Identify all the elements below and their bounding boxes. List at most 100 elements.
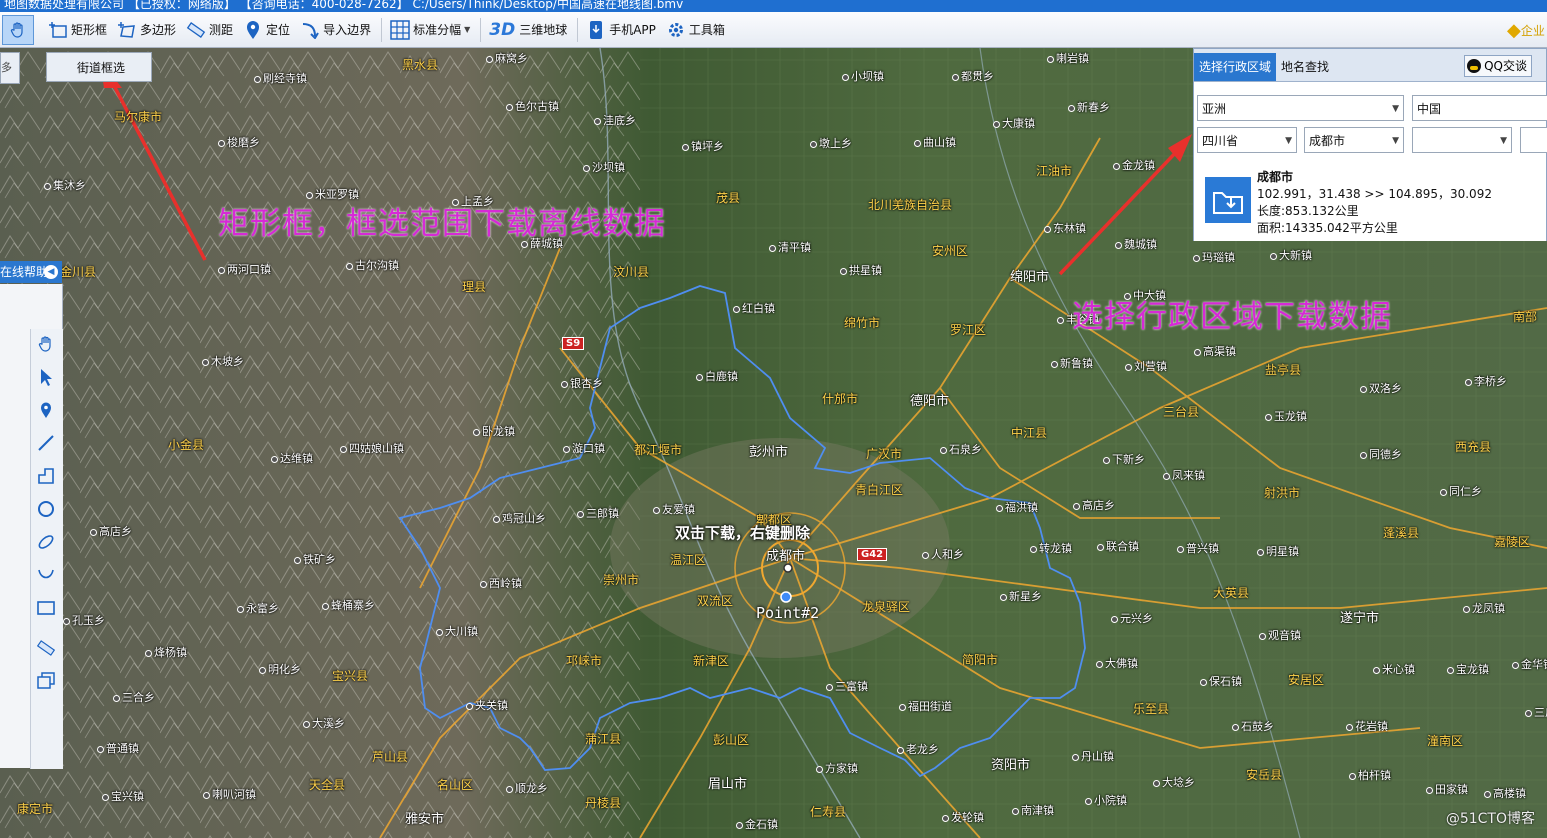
street-select-tab[interactable]: 街道框选 bbox=[46, 52, 152, 82]
pan-tool-button[interactable] bbox=[2, 14, 34, 45]
map-place-label: 北川羌族自治县 bbox=[868, 198, 953, 212]
map-place-label: 龙泉驿区 bbox=[862, 600, 911, 614]
map-place-label: 福田街道 bbox=[899, 698, 952, 714]
mobile-app-button[interactable]: 手机APP bbox=[582, 15, 662, 45]
map-place-label: 发轮镇 bbox=[942, 809, 984, 825]
map-place-label: 都贯乡 bbox=[952, 68, 994, 84]
map-place-label: 拱星镇 bbox=[840, 262, 882, 278]
chevron-down-icon: ▼ bbox=[1285, 136, 1292, 146]
point-marker-label[interactable]: Point#2 bbox=[756, 604, 819, 622]
region-result-card[interactable]: 成都市 102.991，31.438 >> 104.895，30.092 长度:… bbox=[1194, 165, 1546, 241]
marker-pin-icon[interactable] bbox=[34, 398, 58, 422]
map-place-label: 康定市 bbox=[17, 802, 54, 816]
map-place-label: 大埝乡 bbox=[1153, 774, 1195, 790]
3d-earth-button[interactable]: 3D 三维地球 bbox=[485, 15, 573, 45]
map-place-label: 联合镇 bbox=[1097, 538, 1139, 554]
map-place-label: 遂宁市 bbox=[1340, 611, 1380, 626]
map-place-label: 马尔康市 bbox=[114, 110, 163, 124]
download-hint-text: 双击下载，右键删除 bbox=[675, 524, 811, 542]
map-place-label: 下新乡 bbox=[1103, 451, 1145, 467]
map-place-label: 铁矿乡 bbox=[294, 551, 336, 567]
town-select[interactable] bbox=[1520, 127, 1547, 153]
map-place-label: 田家镇 bbox=[1426, 781, 1468, 797]
map-place-label: 理县 bbox=[462, 280, 487, 294]
map-place-label: 明化乡 bbox=[259, 661, 301, 677]
import-boundary-button[interactable]: 导入边界 bbox=[296, 15, 377, 45]
grid-icon bbox=[390, 19, 410, 40]
map-place-label: 石鼓乡 bbox=[1232, 718, 1274, 734]
enterprise-badge[interactable]: ◆ 企业 bbox=[1507, 16, 1547, 44]
map-place-label: 魏城镇 bbox=[1115, 236, 1157, 252]
draw-line-icon[interactable] bbox=[34, 431, 58, 455]
map-place-label: 小院镇 bbox=[1085, 792, 1127, 808]
map-place-label: 花岩镇 bbox=[1346, 718, 1388, 734]
map-place-label: 保石镇 bbox=[1200, 673, 1242, 689]
map-place-label: 凤来镇 bbox=[1163, 467, 1205, 483]
map-place-label: 成都市 bbox=[766, 549, 806, 564]
map-place-label: 同德乡 bbox=[1360, 446, 1402, 462]
map-place-label: 小金县 bbox=[168, 438, 205, 452]
polygon-select-button[interactable]: 多边形 bbox=[113, 15, 182, 45]
locate-button[interactable]: 定位 bbox=[239, 15, 296, 45]
county-select[interactable]: ▼ bbox=[1412, 127, 1512, 153]
highway-shield: S9 bbox=[562, 337, 585, 350]
layers-icon[interactable] bbox=[34, 669, 58, 693]
map-place-label: 新春乡 bbox=[1068, 99, 1110, 115]
collapse-icon[interactable]: ◀ bbox=[44, 265, 58, 279]
measure-distance-label: 测距 bbox=[209, 23, 234, 37]
map-place-label: 绵阳市 bbox=[1010, 270, 1050, 285]
qq-chat-button[interactable]: QQ交谈 bbox=[1464, 55, 1532, 77]
map-place-label: 蓬溪县 bbox=[1383, 526, 1420, 540]
province-select[interactable]: 四川省 ▼ bbox=[1197, 127, 1297, 153]
region-panel-tabs: 选择行政区域 地名查找 QQ交谈 bbox=[1194, 49, 1546, 82]
draw-ellipse-icon[interactable] bbox=[34, 530, 58, 554]
map-place-label: 龙凤镇 bbox=[1463, 600, 1505, 616]
select-arrow-icon[interactable] bbox=[34, 365, 58, 389]
tab-place-search[interactable]: 地名查找 bbox=[1276, 53, 1334, 81]
standard-sheet-button[interactable]: 标准分幅 ▼ bbox=[386, 15, 476, 45]
map-place-label: 木坡乡 bbox=[202, 353, 244, 369]
map-place-label: 明星镇 bbox=[1257, 543, 1299, 559]
city-select[interactable]: 成都市 ▼ bbox=[1304, 127, 1404, 153]
map-place-label: 金川县 bbox=[60, 265, 97, 279]
ruler-tool-icon[interactable] bbox=[34, 636, 58, 660]
map-place-label: 广汉市 bbox=[866, 447, 903, 461]
toolbox-button[interactable]: 工具箱 bbox=[662, 15, 731, 45]
online-help-tab[interactable]: 在线帮助 ◀ bbox=[0, 261, 62, 283]
map-place-label: 镇坪乡 bbox=[682, 138, 724, 154]
map-place-label: 新津区 bbox=[693, 654, 730, 668]
draw-polyline-icon[interactable] bbox=[34, 464, 58, 488]
map-place-label: 眉山市 bbox=[708, 777, 748, 792]
draw-rectangle-icon[interactable] bbox=[34, 596, 58, 620]
import-boundary-label: 导入边界 bbox=[323, 23, 372, 37]
polygon-select-icon bbox=[117, 20, 137, 40]
download-region-icon[interactable] bbox=[1205, 177, 1251, 223]
map-place-label: 高店乡 bbox=[1073, 497, 1115, 513]
map-place-label: 三台县 bbox=[1163, 405, 1200, 419]
map-place-label: 高店乡 bbox=[90, 523, 132, 539]
map-place-label: 大康镇 bbox=[993, 115, 1035, 131]
region-result-area: 面积:14335.042平方公里 bbox=[1257, 221, 1398, 235]
pan-tool-hand-icon[interactable] bbox=[34, 332, 58, 356]
country-select[interactable]: 中国 bbox=[1412, 95, 1547, 121]
rectangle-select-button[interactable]: 矩形框 bbox=[44, 15, 113, 45]
tab-select-region[interactable]: 选择行政区域 bbox=[1194, 53, 1277, 81]
country-value: 中国 bbox=[1417, 102, 1442, 116]
draw-sector-icon[interactable] bbox=[34, 563, 58, 587]
hand-icon bbox=[8, 20, 28, 40]
map-place-label: 彭山区 bbox=[713, 733, 750, 747]
map-place-label: 简阳市 bbox=[962, 653, 999, 667]
continent-select[interactable]: 亚洲 ▼ bbox=[1197, 95, 1404, 121]
draw-circle-icon[interactable] bbox=[34, 497, 58, 521]
polygon-tab[interactable]: 多边形 bbox=[0, 52, 20, 84]
map-place-label: 蒲江县 bbox=[585, 732, 622, 746]
map-place-label: 西充县 bbox=[1455, 440, 1492, 454]
map-place-label: 同仁乡 bbox=[1440, 483, 1482, 499]
map-place-label: 丹棱县 bbox=[585, 796, 622, 810]
rectangle-select-icon bbox=[48, 20, 68, 40]
map-place-label: 白鹿镇 bbox=[696, 368, 738, 384]
map-place-label: 三庙 bbox=[1525, 704, 1547, 720]
measure-distance-button[interactable]: 测距 bbox=[182, 15, 239, 45]
map-place-label: 友爱镇 bbox=[653, 501, 695, 517]
map-place-label: 古尔沟镇 bbox=[346, 257, 399, 273]
